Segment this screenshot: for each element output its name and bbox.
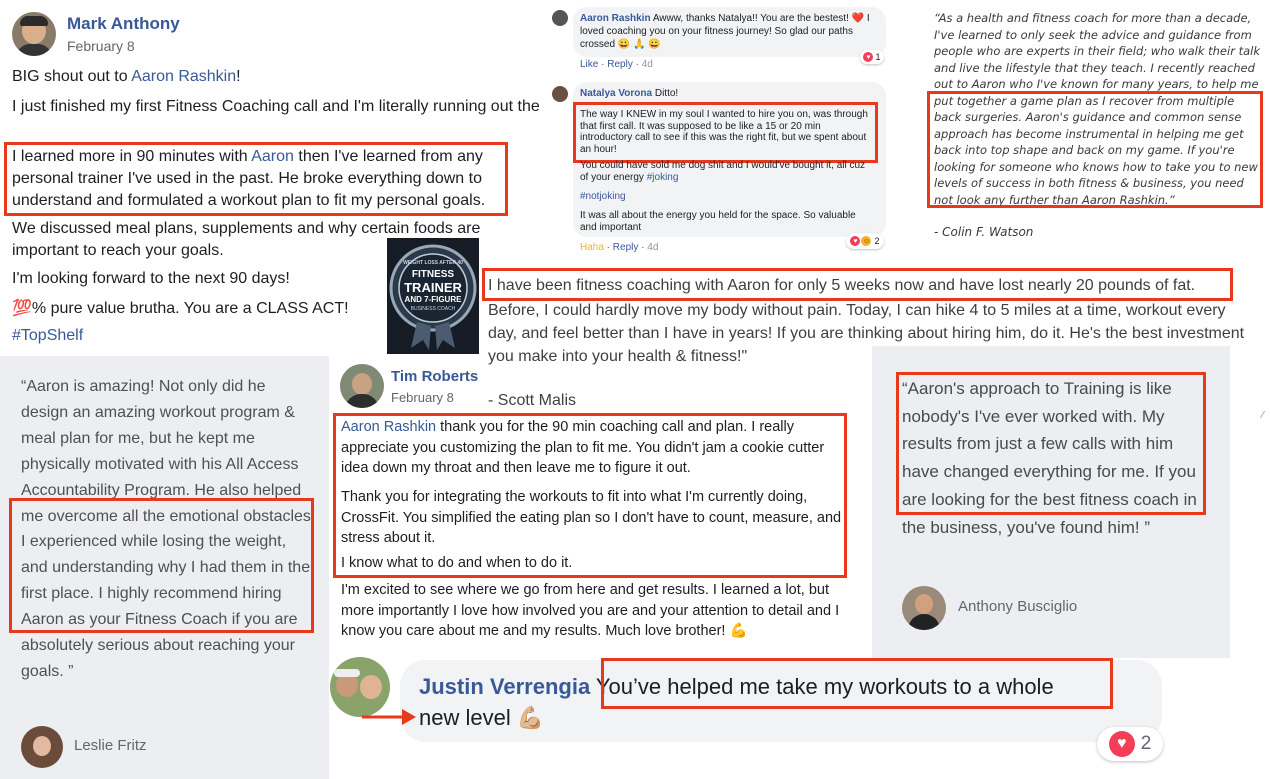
heart-reaction-icon: ♥ (863, 52, 874, 62)
resize-handle-icon: ⁄ (1262, 410, 1264, 421)
comment-author[interactable]: Justin Verrengia (419, 674, 590, 699)
post-author[interactable]: Tim Roberts (391, 368, 478, 385)
scott-highlight-text: I have been fitness coaching with Aaron … (488, 277, 1196, 294)
tim-paragraph: I know what to do and when to do it. (341, 555, 573, 571)
leslie-author: Leslie Fritz (74, 737, 147, 754)
comment-actions: Like · Reply · 4d (580, 59, 653, 70)
anthony-quote: “Aaron's approach to Training is like no… (902, 379, 1197, 537)
comment-paragraph: The way I KNEW in my soul I wanted to hi… (580, 109, 868, 155)
justin-reactions[interactable]: ♥ 2 (1097, 727, 1163, 761)
tim-paragraph: Aaron Rashkin thank you for the 90 min c… (341, 419, 825, 476)
notjoking-hashtag-link[interactable]: #notjoking (580, 191, 626, 202)
scott-author: - Scott Malis (488, 392, 577, 409)
badge-line1: FITNESS (411, 269, 455, 280)
comment-actions: Haha · Reply · 4d (580, 242, 659, 253)
comment-reaction[interactable]: ♥ 1 (860, 50, 884, 64)
joking-hashtag-link[interactable]: #joking (647, 172, 679, 183)
fitness-trainer-badge: WEIGHT LOSS AFTER 40 FITNESS TRAINER AND… (387, 238, 479, 354)
like-link[interactable]: Like (580, 59, 598, 70)
badge-top: WEIGHT LOSS AFTER 40 (403, 260, 463, 266)
watson-quote: “As a health and fitness coach for more … (934, 11, 1260, 207)
post-date[interactable]: February 8 (391, 390, 454, 405)
comment-reactions[interactable]: ♥ ☺ 2 (846, 233, 884, 249)
badge-line2: TRAINER (404, 280, 462, 295)
reply-link[interactable]: Reply (607, 59, 633, 70)
post-paragraph-highlighted: I learned more in 90 minutes with Aaron … (12, 148, 486, 209)
aaron-mention-link[interactable]: Aaron Rashkin (131, 68, 236, 85)
comment-author[interactable]: Aaron Rashkin (580, 13, 651, 24)
heart-reaction-icon: ♥ (850, 236, 861, 246)
post-author[interactable]: Mark Anthony (67, 14, 180, 34)
anthony-author: Anthony Busciglio (958, 598, 1078, 615)
post-paragraph: 💯% pure value brutha. You are a CLASS AC… (12, 300, 349, 317)
hundred-emoji-icon: 💯 (12, 300, 32, 317)
anthony-avatar (902, 586, 946, 630)
arrow-icon (362, 709, 416, 725)
leslie-avatar (21, 726, 63, 768)
post-line-shoutout: BIG shout out to Aaron Rashkin! (12, 68, 241, 85)
post-date[interactable]: February 8 (67, 38, 135, 54)
tim-paragraph: I'm excited to see where we go from here… (341, 582, 840, 639)
hashtag-link[interactable]: #TopShelf (12, 327, 83, 345)
post-paragraph: I'm looking forward to the next 90 days! (12, 270, 290, 287)
comment-paragraph: It was all about the energy you held for… (580, 210, 856, 233)
watson-author: - Colin F. Watson (934, 225, 1034, 239)
aaron-comment-avatar[interactable] (552, 10, 568, 26)
comment-header: Natalya Vorona Ditto! (580, 88, 679, 99)
aaron-mention-link[interactable]: Aaron Rashkin (341, 419, 436, 435)
comment-author[interactable]: Natalya Vorona (580, 88, 652, 99)
leslie-quote: “Aaron is amazing! Not only did he desig… (21, 378, 311, 680)
comment-text: Aaron Rashkin Awww, thanks Natalya!! You… (580, 13, 870, 50)
haha-link[interactable]: Haha (580, 242, 604, 253)
badge-line4: BUSINESS COACH (410, 306, 456, 312)
comment-paragraph: You could have sold me dog shit and I wo… (580, 160, 866, 183)
heart-reaction-icon: ♥ (1108, 731, 1135, 757)
post-paragraph: I just finished my first Fitness Coachin… (12, 98, 542, 115)
aaron-link[interactable]: Aaron (251, 148, 294, 165)
justin-comment: Justin Verrengia You’ve helped me take m… (419, 674, 1054, 699)
mark-anthony-avatar[interactable] (12, 12, 56, 56)
badge-line3: AND 7-FIGURE (404, 295, 462, 304)
justin-comment-line2: new level 💪🏼 (419, 705, 545, 730)
tim-roberts-avatar[interactable] (340, 364, 384, 408)
haha-reaction-icon: ☺ (861, 236, 872, 246)
natalya-comment-avatar[interactable] (552, 86, 568, 102)
reply-link[interactable]: Reply (613, 242, 639, 253)
tim-paragraph: Thank you for integrating the workouts t… (341, 489, 842, 546)
